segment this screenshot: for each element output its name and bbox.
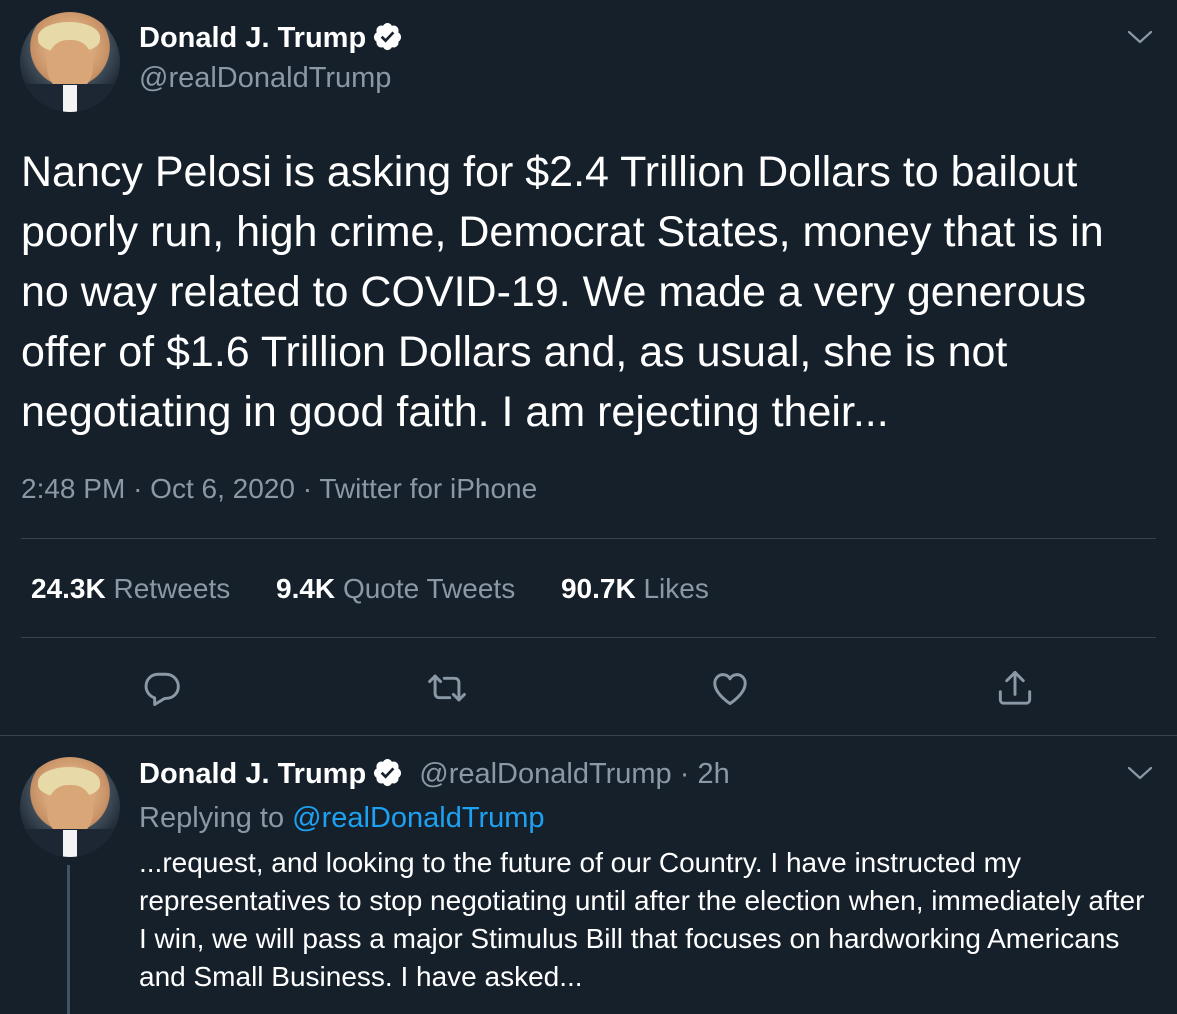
reply-icon[interactable]: [140, 666, 184, 710]
reply-header: Donald J. Trump @realDonaldTrump · 2h: [139, 758, 730, 791]
tweet-date[interactable]: Oct 6, 2020: [150, 473, 295, 504]
like-icon[interactable]: [708, 666, 752, 710]
reply-author-avatar[interactable]: [20, 757, 120, 857]
author-handle[interactable]: @realDonaldTrump: [139, 62, 391, 95]
author-name-row[interactable]: Donald J. Trump: [139, 22, 403, 55]
retweets-count: 24.3K: [31, 573, 106, 604]
reply-author-name[interactable]: Donald J. Trump: [139, 758, 366, 790]
meta-separator: ·: [133, 473, 143, 504]
reply-tweet-text: ...request, and looking to the future of…: [139, 847, 1145, 992]
verified-badge-icon: [374, 758, 402, 786]
meta-separator: ·: [679, 758, 690, 790]
replying-to-link[interactable]: @realDonaldTrump: [292, 802, 544, 834]
retweet-icon[interactable]: [425, 666, 469, 710]
tweet-stats: 24.3K Retweets 9.4K Quote Tweets 90.7K L…: [31, 573, 747, 605]
replying-to-label: Replying to: [139, 802, 285, 834]
quote-tweets-stat[interactable]: 9.4K Quote Tweets: [276, 573, 515, 604]
quotes-label: Quote Tweets: [342, 573, 516, 604]
retweets-label: Retweets: [113, 573, 231, 604]
author-avatar[interactable]: [20, 12, 120, 112]
divider: [0, 735, 1177, 736]
tweet-text: Nancy Pelosi is asking for $2.4 Trillion…: [21, 148, 1104, 436]
author-name[interactable]: Donald J. Trump: [139, 22, 366, 54]
tweet-source[interactable]: Twitter for iPhone: [319, 473, 537, 504]
likes-stat[interactable]: 90.7K Likes: [561, 573, 709, 604]
reply-age[interactable]: 2h: [697, 758, 729, 790]
chevron-down-icon[interactable]: [1126, 763, 1154, 783]
tweet-meta: 2:48 PM · Oct 6, 2020 · Twitter for iPho…: [21, 473, 537, 505]
chevron-down-icon[interactable]: [1126, 27, 1154, 47]
likes-count: 90.7K: [560, 573, 636, 604]
tweet-time[interactable]: 2:48 PM: [21, 473, 125, 504]
replying-to: Replying to @realDonaldTrump: [139, 802, 545, 835]
reply-author-handle[interactable]: @realDonaldTrump: [419, 758, 671, 790]
meta-separator: ·: [302, 473, 313, 504]
thread-line: [67, 865, 70, 1014]
retweets-stat[interactable]: 24.3K Retweets: [31, 573, 230, 604]
likes-label: Likes: [643, 573, 709, 604]
quotes-count: 9.4K: [276, 573, 336, 604]
share-icon[interactable]: [993, 666, 1037, 710]
verified-badge-icon: [374, 22, 402, 50]
divider: [21, 637, 1156, 638]
divider: [21, 538, 1156, 539]
